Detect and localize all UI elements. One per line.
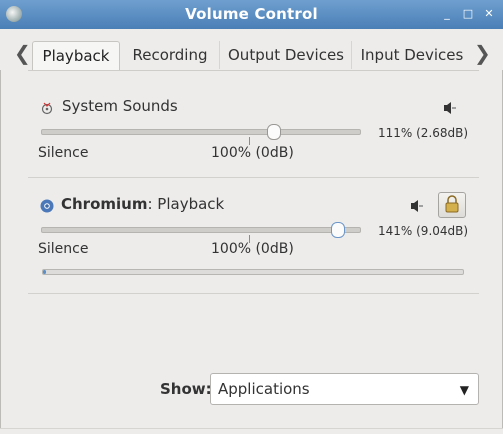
system-sounds-icon (40, 100, 54, 115)
volume-slider-handle[interactable] (331, 222, 345, 238)
minimize-button[interactable]: _ (440, 7, 454, 21)
chromium-icon (40, 198, 54, 213)
volume-control-window: Volume Control _ □ ✕ ❮ Playback Recordin… (0, 0, 503, 434)
window-title: Volume Control (185, 5, 318, 23)
volume-slider-handle[interactable] (267, 124, 281, 140)
tab-scroll-right-icon[interactable]: ❯ (474, 43, 491, 63)
playback-stream-list: System Sounds 111% (2.68dB) Silence 100%… (28, 70, 479, 363)
slider-mark-silence: Silence (38, 241, 89, 257)
stream-detail: : Playback (147, 195, 225, 213)
volume-value: 141% (9.04dB) (378, 224, 469, 238)
stream-separator (28, 293, 479, 294)
speaker-mute-icon[interactable] (443, 100, 457, 114)
stream-name: System Sounds (62, 97, 178, 115)
volume-slider[interactable] (41, 124, 361, 140)
stream-separator (28, 177, 479, 178)
window-bottom-edge (0, 428, 503, 434)
tab-input-devices[interactable]: Input Devices (353, 41, 471, 69)
stream-app-name: Chromium (61, 195, 148, 213)
slider-mark-100: 100% (0dB) (211, 241, 294, 257)
stream-chromium: Chromium: Playback 141% (9.04dB) Silence… (28, 189, 479, 293)
slider-tick-100 (249, 137, 250, 145)
peak-level-fill (43, 270, 46, 274)
maximize-button[interactable]: □ (461, 7, 475, 21)
tab-bar: ❮ Playback Recording Output Devices Inpu… (0, 29, 503, 70)
tab-output-devices[interactable]: Output Devices (221, 41, 352, 69)
show-filter-select[interactable]: Applications ▼ (210, 373, 479, 405)
stream-title: Chromium: Playback (61, 195, 224, 213)
tab-recording[interactable]: Recording (121, 41, 220, 69)
dropdown-arrow-icon: ▼ (459, 383, 469, 397)
tab-playback[interactable]: Playback (32, 41, 120, 70)
padlock-icon (445, 195, 459, 213)
slider-mark-silence: Silence (38, 145, 89, 161)
volume-value: 111% (2.68dB) (378, 126, 469, 140)
window-left-border (0, 29, 1, 433)
show-label: Show: (160, 380, 212, 398)
tab-scroll-left-icon[interactable]: ❮ (14, 43, 31, 63)
volume-slider[interactable] (41, 222, 361, 238)
show-filter-value: Applications (218, 380, 310, 398)
speaker-mute-icon[interactable] (410, 198, 424, 212)
titlebar[interactable]: Volume Control _ □ ✕ (0, 0, 503, 29)
peak-level-meter (42, 269, 464, 275)
close-button[interactable]: ✕ (482, 7, 496, 21)
stream-system-sounds: System Sounds 111% (2.68dB) Silence 100%… (28, 91, 479, 177)
slider-mark-100: 100% (0dB) (211, 145, 294, 161)
lock-channels-button[interactable] (438, 192, 466, 218)
